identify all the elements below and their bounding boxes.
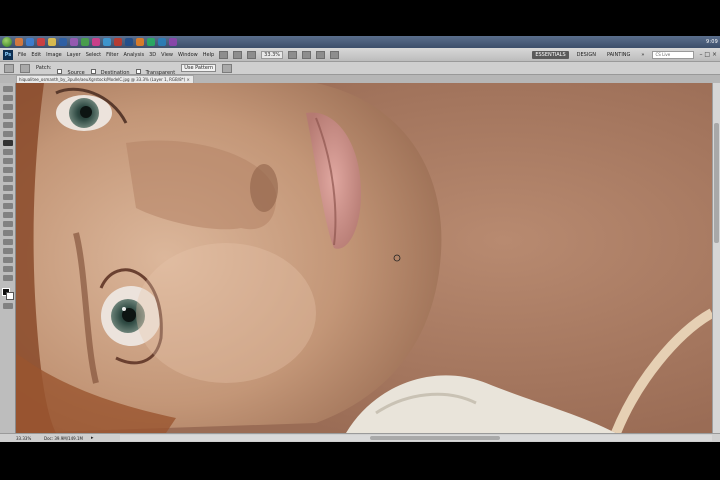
marquee-tool-icon[interactable] [2,95,13,101]
taskbar-app-icon[interactable] [48,38,56,46]
menu-3d[interactable]: 3D [149,52,156,58]
hand-tool-icon[interactable] [288,50,298,59]
video-letterbox-bottom [0,442,720,480]
workspace-more-button[interactable]: » [638,51,647,59]
pattern-picker-icon[interactable] [222,63,233,73]
move-tool-icon[interactable] [2,86,13,92]
taskbar-app-icon[interactable] [169,38,177,46]
video-letterbox-top [0,0,720,36]
dodge-tool-icon[interactable] [2,203,13,209]
hand-tool-icon[interactable] [2,266,13,272]
cs-live-search-input[interactable]: CS Live [652,50,695,59]
eye-bottom-highlight [122,307,126,311]
screen-mode-icon[interactable] [330,50,340,59]
taskbar-app-icon[interactable] [59,38,67,46]
menu-select[interactable]: Select [86,52,101,58]
background-color-swatch[interactable] [5,292,14,300]
healing-brush-tool-icon[interactable] [2,140,13,146]
document-tab[interactable]: hiqualitee_osmanth_by_3pulle/aeuXgrstock… [16,75,194,83]
arrange-documents-icon[interactable] [316,50,326,59]
vertical-scrollbar[interactable] [712,83,720,433]
crop-tool-icon[interactable] [2,122,13,128]
menu-image[interactable]: Image [46,52,62,58]
start-button-icon[interactable] [2,37,12,47]
taskbar-app-icon[interactable] [103,38,111,46]
taskbar-app-icon[interactable] [147,38,155,46]
workspace-essentials-button[interactable]: ESSENTIALS [532,50,569,59]
status-zoom-field[interactable]: 33.33% [16,436,36,441]
document-canvas[interactable] [16,83,712,433]
zoom-tool-icon[interactable] [2,275,13,281]
taskbar-app-icon[interactable] [81,38,89,46]
3d-rotate-tool-icon[interactable] [2,248,13,254]
taskbar-app-icon[interactable] [92,38,100,46]
extras-icon[interactable] [247,50,257,59]
taskbar-app-icon[interactable] [125,38,133,46]
menu-filter[interactable]: Filter [106,52,118,58]
horizontal-scrollbar[interactable] [120,435,712,441]
quick-selection-tool-icon[interactable] [2,113,13,119]
taskbar-app-icon[interactable] [15,38,23,46]
menu-view[interactable]: View [161,52,173,58]
type-tool-icon[interactable] [2,221,13,227]
workspace-painting-button[interactable]: PAINTING [604,51,633,59]
destination-radio-box[interactable] [90,68,96,74]
bridge-icon[interactable] [219,50,229,59]
gradient-tool-icon[interactable] [2,185,13,191]
menu-layer[interactable]: Layer [67,52,81,58]
taskbar-app-icon[interactable] [70,38,78,46]
rotate-view-icon[interactable] [302,50,312,59]
cheek-highlight [136,243,316,383]
eraser-tool-icon[interactable] [2,176,13,182]
workspace-design-button[interactable]: DESIGN [574,51,599,59]
photo-artwork [16,83,712,433]
menu-edit[interactable]: Edit [31,52,41,58]
tools-panel [0,83,16,433]
patch-tool-preset-icon[interactable] [4,63,14,73]
eye-top-pupil [80,106,92,118]
status-menu-arrow-icon[interactable]: ▸ [91,435,94,441]
os-taskbar: 9:09 [0,36,720,48]
transparent-checkbox-box[interactable] [135,68,141,74]
tool-options-bar: Patch: Source Destination Transparent Us… [0,62,720,76]
nostril [250,164,278,212]
patch-label: Patch: [36,65,52,71]
tray-clock[interactable]: 9:09 [706,39,718,45]
source-radio-box[interactable] [57,68,63,74]
window-controls[interactable]: – □ × [699,51,717,58]
taskbar-app-icon[interactable] [136,38,144,46]
3d-camera-tool-icon[interactable] [2,257,13,263]
minibridge-icon[interactable] [233,50,243,59]
taskbar-app-icon[interactable] [26,38,34,46]
history-brush-tool-icon[interactable] [2,167,13,173]
status-doc-info: Doc: 39.9M/149.1M [44,435,83,441]
clone-stamp-tool-icon[interactable] [2,158,13,164]
brush-tool-icon[interactable] [2,149,13,155]
selection-mode-icon[interactable] [20,63,30,73]
vertical-scroll-thumb[interactable] [714,123,719,243]
path-selection-tool-icon[interactable] [2,230,13,236]
color-swatches[interactable] [1,288,14,300]
menu-help[interactable]: Help [203,52,214,58]
zoom-level-field[interactable]: 33.3% [261,50,284,59]
taskbar-app-icon[interactable] [37,38,45,46]
lasso-tool-icon[interactable] [2,104,13,110]
photoshop-logo-icon: Ps [3,49,13,60]
eyedropper-tool-icon[interactable] [2,131,13,137]
blur-tool-icon[interactable] [2,194,13,200]
menu-analysis[interactable]: Analysis [124,52,145,58]
quick-mask-icon[interactable] [2,303,13,309]
menu-window[interactable]: Window [178,52,198,58]
horizontal-scroll-thumb[interactable] [370,436,500,440]
menu-file[interactable]: File [18,52,26,58]
shape-tool-icon[interactable] [2,239,13,245]
use-pattern-button[interactable]: Use Pattern [181,64,217,72]
pen-tool-icon[interactable] [2,212,13,218]
taskbar-app-icon[interactable] [158,38,166,46]
taskbar-app-icon[interactable] [114,38,122,46]
